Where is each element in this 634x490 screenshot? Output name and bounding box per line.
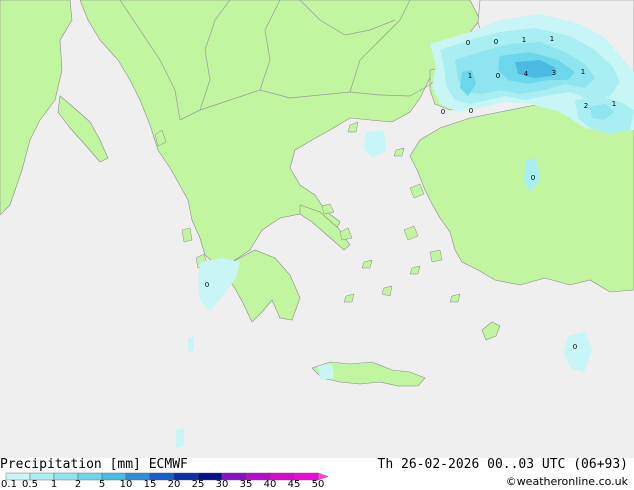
map-label: 1 — [612, 100, 616, 108]
map-label: 2 — [584, 102, 588, 110]
map-label: 0 — [573, 343, 577, 351]
map-label: 1 — [522, 36, 526, 44]
legend-tick-label: 10 — [119, 479, 133, 490]
forecast-datetime: Th 26-02-2026 00..03 UTC (06+93) — [377, 457, 628, 472]
legend-tick-label: 20 — [167, 479, 181, 490]
map-label: 0 — [205, 281, 209, 289]
precipitation-map: 0 0 1 1 1 0 4 3 1 2 1 0 0 0 0 0 — [0, 0, 634, 490]
map-label: 0 — [441, 108, 445, 116]
legend-tick-label: 40 — [263, 479, 277, 490]
legend-tick-label: 1 — [50, 479, 58, 490]
legend-tick-label: 50 — [311, 479, 325, 490]
legend-tick-label: 25 — [191, 479, 205, 490]
legend-tick-label: 0.5 — [22, 479, 38, 490]
map-label: 0 — [494, 38, 498, 46]
model-name: ECMWF — [148, 457, 188, 472]
map-label: 0 — [496, 72, 500, 80]
map-title: Precipitation [mm] ECMWF — [0, 458, 188, 472]
legend-ticks: 0.1 0.5 1 2 5 10 15 20 25 30 35 40 45 50 — [0, 480, 634, 490]
legend-tick-label: 15 — [143, 479, 157, 490]
legend-tick-label: 0.1 — [1, 479, 17, 490]
map-label: 4 — [524, 70, 529, 78]
map-label: 0 — [531, 174, 535, 182]
map-label: 1 — [468, 72, 472, 80]
legend-tick-label: 5 — [98, 479, 106, 490]
map-label: 3 — [552, 69, 556, 77]
legend-tick-label: 35 — [239, 479, 253, 490]
legend-tick-label: 30 — [215, 479, 229, 490]
map-label: 0 — [466, 39, 470, 47]
title-text: Precipitation [mm] — [0, 457, 141, 472]
map-label: 1 — [550, 35, 554, 43]
map-label: 1 — [581, 68, 585, 76]
map-label: 0 — [469, 107, 473, 115]
legend-tick-label: 45 — [287, 479, 301, 490]
legend-tick-label: 2 — [74, 479, 82, 490]
